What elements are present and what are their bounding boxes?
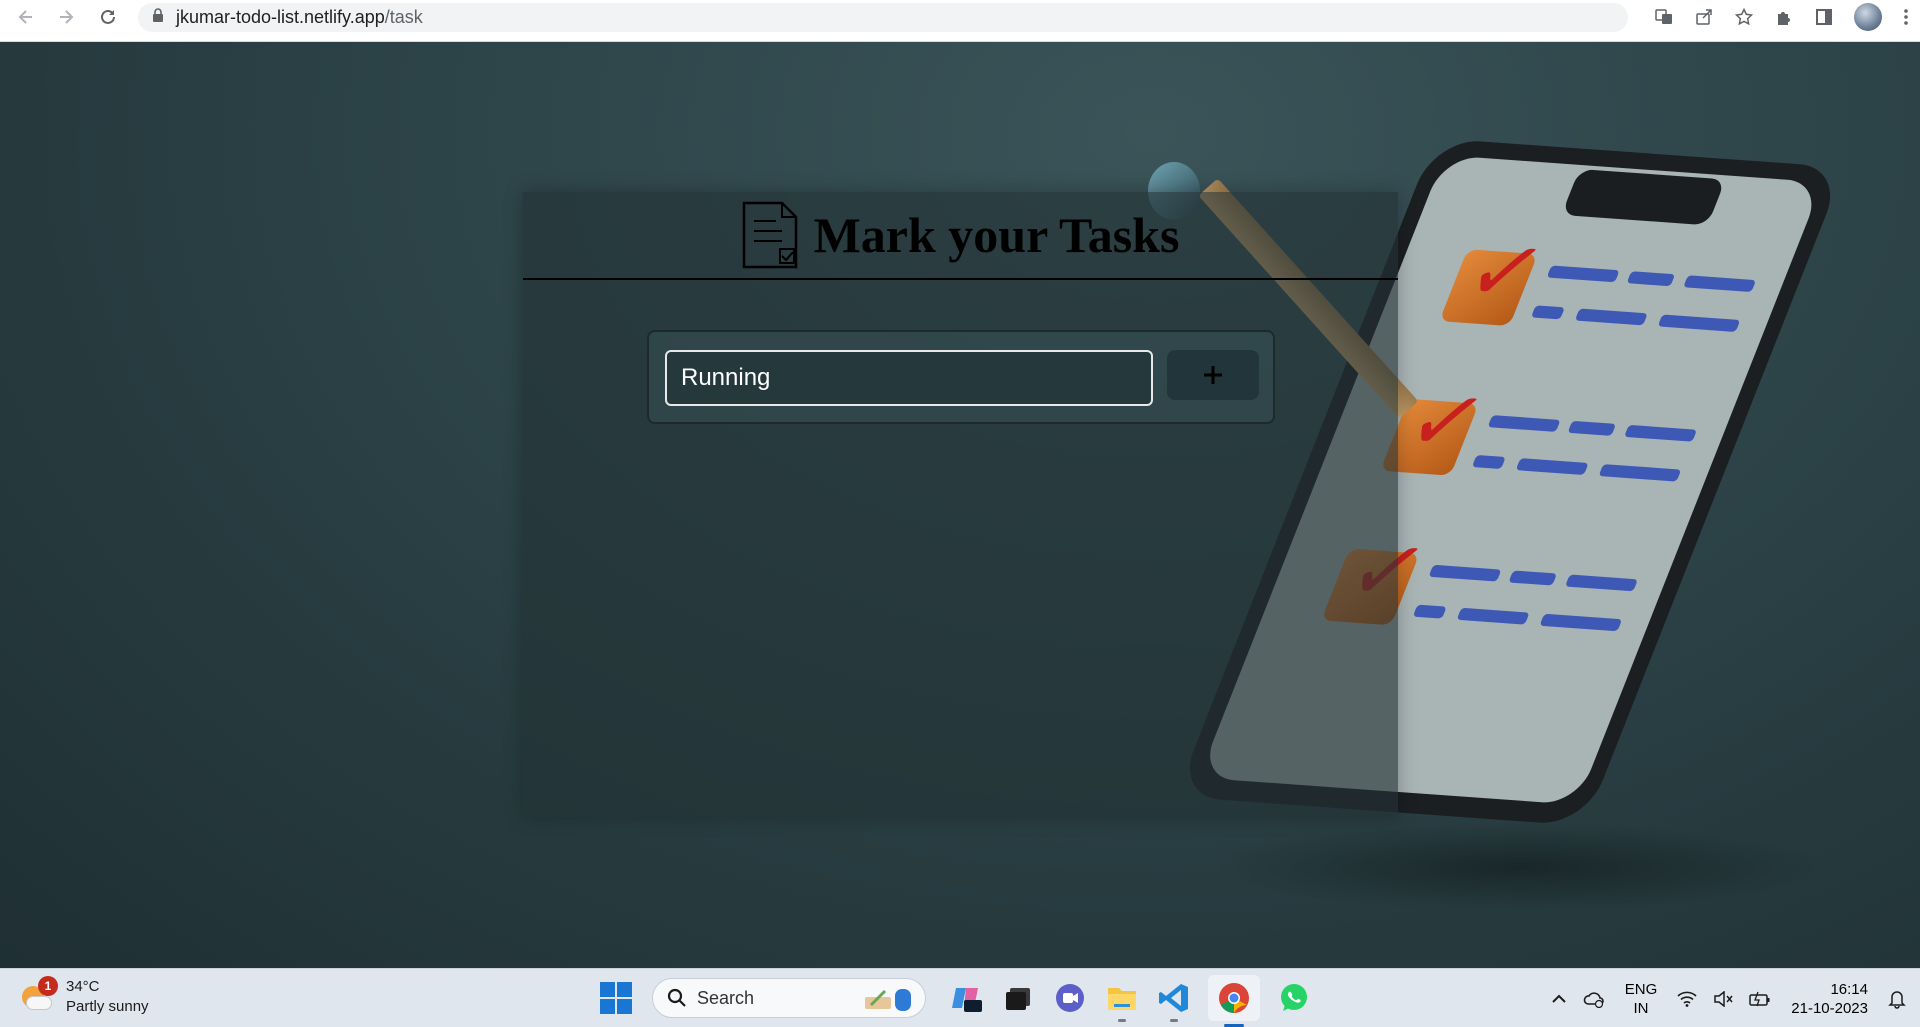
- checklist-document-icon: [742, 201, 798, 269]
- partly-sunny-icon: 1: [20, 976, 58, 1014]
- notification-badge: 1: [38, 976, 58, 996]
- text-line-bar: [1456, 607, 1530, 625]
- side-panel-icon[interactable]: [1804, 0, 1844, 34]
- windows-start-icon[interactable]: [600, 982, 632, 1014]
- language-code: ENG: [1624, 980, 1658, 998]
- text-line-bar: [1626, 271, 1676, 287]
- page-content: ✓ ✓ ✓: [0, 42, 1920, 968]
- text-line-bar: [1598, 464, 1682, 482]
- clock-date: 21-10-2023: [1791, 999, 1868, 1017]
- running-indicator: [1170, 1019, 1178, 1022]
- search-label: Search: [697, 987, 755, 1008]
- text-line-bar: [1412, 604, 1447, 619]
- add-task-form: [647, 330, 1275, 424]
- taskbar: 1 34°C Partly sunny Search ENG IN 16:14 …: [0, 968, 1920, 1027]
- running-indicator: [1118, 1019, 1126, 1022]
- add-task-button[interactable]: [1167, 350, 1259, 400]
- task-input[interactable]: [665, 350, 1153, 406]
- text-line-bar: [1508, 570, 1558, 586]
- address-bar[interactable]: jkumar-todo-list.netlify.app/task: [138, 3, 1628, 32]
- weather-temperature: 34°C: [66, 978, 100, 995]
- text-line-bar: [1683, 275, 1757, 293]
- text-line-bar: [1567, 420, 1617, 436]
- text-line-bar: [1574, 308, 1648, 326]
- card-header: Mark your Tasks: [523, 192, 1398, 280]
- star-icon[interactable]: [1724, 0, 1764, 34]
- notification-bell-icon[interactable]: [1888, 989, 1906, 1009]
- language-indicator[interactable]: ENG IN: [1625, 980, 1658, 1018]
- url-text: jkumar-todo-list.netlify.app/task: [176, 7, 423, 27]
- lock-icon: [152, 8, 164, 27]
- vscode-icon[interactable]: [1156, 980, 1192, 1022]
- text-line-bar: [1564, 574, 1638, 592]
- text-line-bar: [1515, 458, 1589, 475]
- page-title: Mark your Tasks: [813, 207, 1180, 263]
- clock-time: 16:14: [1830, 980, 1868, 998]
- plus-icon: [1204, 366, 1222, 384]
- weather-condition: Partly sunny: [66, 998, 149, 1015]
- todo-card: Mark your Tasks: [523, 192, 1398, 817]
- text-line-bar: [1487, 415, 1561, 432]
- taskbar-search[interactable]: Search: [652, 978, 926, 1018]
- translate-icon[interactable]: [1644, 0, 1684, 34]
- browser-toolbar: jkumar-todo-list.netlify.app/task: [0, 0, 1920, 42]
- profile-avatar[interactable]: [1854, 3, 1882, 31]
- chevron-up-icon[interactable]: [1551, 994, 1567, 1004]
- whatsapp-icon[interactable]: [1276, 980, 1312, 1016]
- teams-chat-icon[interactable]: [1052, 980, 1088, 1016]
- text-line-bar: [1657, 314, 1741, 332]
- wifi-icon[interactable]: [1677, 991, 1697, 1007]
- reload-icon[interactable]: [88, 0, 128, 37]
- text-line-bar: [1471, 454, 1506, 470]
- text-line-bar: [1530, 305, 1565, 320]
- extensions-icon[interactable]: [1764, 0, 1804, 34]
- region-code: IN: [1633, 999, 1649, 1017]
- weather-widget[interactable]: 1 34°C Partly sunny: [20, 976, 149, 1017]
- speaker-muted-icon[interactable]: [1713, 990, 1733, 1007]
- battery-charging-icon[interactable]: [1749, 991, 1771, 1007]
- more-icon[interactable]: [1892, 0, 1920, 34]
- system-clock[interactable]: 16:14 21-10-2023: [1791, 980, 1868, 1018]
- search-icon: [667, 988, 686, 1007]
- chrome-icon[interactable]: [1208, 975, 1260, 1027]
- phone-shadow: [1210, 822, 1830, 912]
- onedrive-sync-icon[interactable]: [1583, 990, 1605, 1008]
- task-view-icon[interactable]: [1000, 980, 1036, 1016]
- share-icon[interactable]: [1684, 0, 1724, 34]
- forward-icon[interactable]: [46, 0, 86, 37]
- text-line-bar: [1624, 424, 1698, 442]
- text-line-bar: [1546, 265, 1620, 283]
- search-highlight-icon: [865, 989, 911, 1011]
- phone-notch: [1561, 168, 1726, 226]
- back-icon[interactable]: [6, 0, 46, 37]
- text-line-bar: [1428, 564, 1502, 582]
- file-explorer-icon[interactable]: [1104, 980, 1140, 1022]
- text-line-bar: [1539, 613, 1623, 632]
- copilot-icon[interactable]: [948, 980, 984, 1016]
